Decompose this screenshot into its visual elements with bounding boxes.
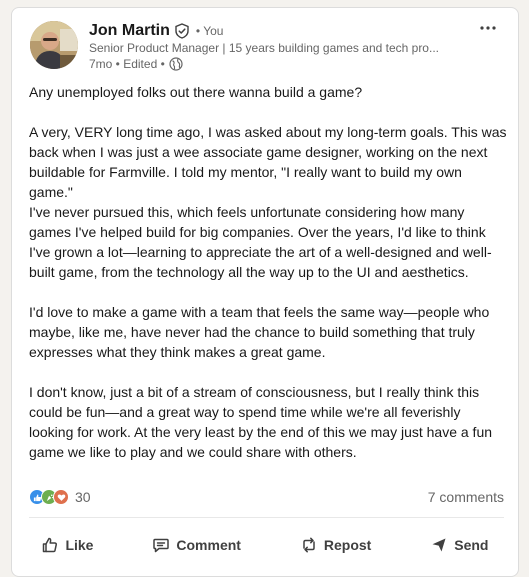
comment-button[interactable]: Comment xyxy=(140,528,253,562)
more-options-button[interactable] xyxy=(476,18,500,38)
avatar-photo xyxy=(30,21,78,69)
divider xyxy=(29,517,504,518)
send-label: Send xyxy=(454,537,489,553)
post-paragraph: I've never pursued this, which feels unf… xyxy=(29,204,492,280)
send-button[interactable]: Send xyxy=(418,528,500,562)
repost-label: Repost xyxy=(323,537,372,553)
post-paragraph: I don't know, just a bit of a stream of … xyxy=(29,384,493,460)
send-icon xyxy=(432,538,446,552)
author-line: Jon Martin • You xyxy=(89,21,223,41)
post-paragraph: I'd love to make a game with a team that… xyxy=(29,304,490,360)
post-paragraph: Any unemployed folks out there wanna bui… xyxy=(29,84,363,100)
like-label: Like xyxy=(65,537,94,553)
comment-label: Comment xyxy=(176,537,241,553)
social-counts: 30 7 comments xyxy=(29,487,504,507)
reaction-icons xyxy=(29,489,71,505)
post-actions-bar: Like Comment Repost Send xyxy=(12,523,518,567)
globe-icon xyxy=(169,57,183,71)
thumbs-up-icon xyxy=(43,537,58,553)
reaction-count: 30 xyxy=(75,489,91,505)
author-name[interactable]: Jon Martin xyxy=(89,22,170,40)
post-card: Jon Martin • You Senior Product Manager … xyxy=(11,7,519,577)
post-body: Any unemployed folks out there wanna bui… xyxy=(29,82,507,462)
avatar[interactable] xyxy=(30,21,78,69)
post-timestamp: 7mo • Edited • xyxy=(89,57,165,71)
like-button[interactable]: Like xyxy=(29,528,105,562)
author-headline: Senior Product Manager | 15 years buildi… xyxy=(89,41,439,55)
comment-icon xyxy=(153,538,170,553)
verified-shield-icon xyxy=(174,23,190,39)
repost-icon xyxy=(303,537,315,553)
love-reaction-icon xyxy=(53,489,69,505)
more-options-icon xyxy=(480,26,496,30)
post-paragraph: A very, VERY long time ago, I was asked … xyxy=(29,124,507,200)
comments-count-link[interactable]: 7 comments xyxy=(428,489,504,505)
post-meta: 7mo • Edited • xyxy=(89,57,183,71)
repost-button[interactable]: Repost xyxy=(288,528,383,562)
reactions-summary[interactable]: 30 xyxy=(29,489,91,505)
relation-label: • You xyxy=(195,24,224,38)
